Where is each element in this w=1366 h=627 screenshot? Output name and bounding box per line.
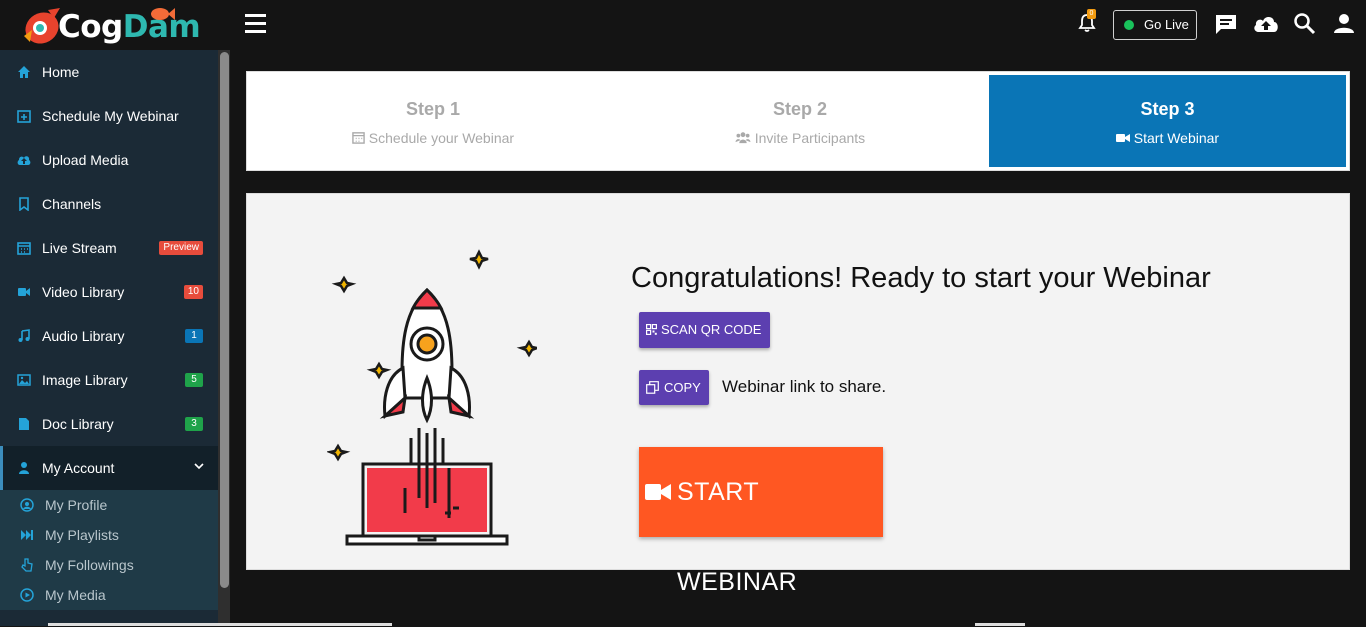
qr-code-icon [646,324,657,335]
sidebar-item-upload-media[interactable]: Upload Media [0,138,218,182]
sidebar-item-label: Image Library [42,372,128,388]
hand-pointer-icon [21,558,33,572]
bookmark-icon [19,197,29,211]
preview-badge: Preview [159,241,203,255]
step-subtitle: Schedule your Webinar [250,130,616,146]
chevron-down-icon [194,463,204,470]
logo-text-cog: Cog [58,9,123,45]
sidebar-item-channels[interactable]: Channels [0,182,218,226]
calendar-plus-icon [17,110,31,123]
hamburger-line [245,22,266,25]
sidebar-item-doc-library[interactable]: Doc Library 3 [0,402,218,446]
user-icon[interactable] [1332,12,1356,36]
start-webinar-label: START WEBINAR [677,478,798,596]
count-badge: 3 [185,417,203,431]
start-webinar-panel: Congratulations! Ready to start your Web… [246,193,1350,596]
sidebar-item-audio-library[interactable]: Audio Library 1 [0,314,218,358]
music-icon [18,329,30,342]
sidebar-item-label: Schedule My Webinar [42,108,179,124]
step-title: Step 3 [1140,99,1195,119]
step-title: Step 2 [772,99,828,119]
hamburger-line [245,30,266,33]
video-camera-icon [645,484,671,500]
count-badge: 5 [185,373,203,387]
app-logo[interactable]: CogDam [0,0,218,50]
logo-fish-icon [151,8,175,20]
copy-link-button[interactable]: COPY [639,370,709,405]
sidebar-item-label: Audio Library [42,328,125,344]
home-icon [18,66,30,78]
notification-badge: 0 [1087,9,1096,19]
sidebar-item-label: Live Stream [42,240,117,256]
step-3[interactable]: Step 3 Start Webinar [989,75,1346,167]
cloud-upload-icon [17,156,31,165]
copy-label: COPY [664,380,701,395]
fast-forward-icon [21,530,33,540]
sidebar-item-home[interactable]: Home [0,50,218,94]
congrats-heading: Congratulations! Ready to start your Web… [631,262,1211,294]
search-icon[interactable] [1293,12,1317,36]
sidebar-item-schedule-webinar[interactable]: Schedule My Webinar [0,94,218,138]
live-status-dot [1124,20,1134,30]
webinar-link-label: Webinar link to share. [722,377,887,396]
submenu-item-label: My Media [45,587,106,603]
users-icon [735,132,751,144]
scan-qr-code-button[interactable]: SCAN QR CODE [639,312,770,348]
top-bar: CogDam 0 Go Live [0,0,1366,50]
video-icon [18,288,30,296]
step-subtitle-text: Start Webinar [1133,130,1220,146]
image-icon [17,374,31,386]
copy-icon [646,381,659,394]
logo-text: CogDam [58,9,201,45]
go-live-label: Go Live [1144,17,1189,32]
sidebar-item-label: My Account [42,460,115,476]
sidebar-item-label: Doc Library [42,416,114,432]
chat-icon[interactable] [1214,12,1238,36]
submenu-item-label: My Profile [45,497,108,513]
video-camera-icon [1115,134,1130,142]
wizard-steps: Step 1 Schedule your Webinar Step 2 Invi… [246,71,1350,171]
sidebar-scrollbar-thumb[interactable] [220,52,229,588]
submenu-item-my-profile[interactable]: My Profile [0,490,218,520]
account-submenu: My Profile My Playlists My Followings My… [0,490,218,610]
sidebar-item-label: Channels [42,196,102,212]
step-subtitle: Invite Participants [616,130,984,146]
document-icon [19,418,29,430]
step-subtitle-text: Invite Participants [754,130,866,146]
submenu-item-my-playlists[interactable]: My Playlists [0,520,218,550]
scan-qr-code-label: SCAN QR CODE [661,322,762,337]
sidebar-item-my-account[interactable]: My Account [0,446,218,490]
sidebar-item-live-stream[interactable]: Live Stream Preview [0,226,218,270]
user-circle-icon [20,498,34,512]
submenu-item-label: My Followings [45,557,134,573]
submenu-item-label: My Playlists [45,527,119,543]
sidebar-item-label: Upload Media [42,152,129,168]
calendar-icon [352,132,365,144]
count-badge: 1 [185,329,203,343]
sidebar-item-label: Home [42,64,80,80]
hamburger-line [245,14,266,17]
go-live-button[interactable]: Go Live [1113,10,1197,40]
sidebar-item-video-library[interactable]: Video Library 10 [0,270,218,314]
submenu-item-my-followings[interactable]: My Followings [0,550,218,580]
sidebar-item-label: Video Library [42,284,125,300]
step-subtitle: Start Webinar [989,130,1346,146]
count-badge: 10 [183,285,203,299]
sidebar-item-image-library[interactable]: Image Library 5 [0,358,218,402]
user-icon [19,462,29,474]
step-title: Step 1 [405,99,461,119]
start-webinar-button[interactable]: START WEBINAR [639,447,883,596]
play-circle-icon [20,588,34,602]
upload-cloud-icon[interactable] [1252,12,1280,36]
rocket-launch-laptop-illustration [327,249,537,546]
calendar-icon [17,242,31,255]
step-2[interactable]: Step 2 Invite Participants [616,75,984,167]
step-1[interactable]: Step 1 Schedule your Webinar [250,75,616,167]
submenu-item-my-media[interactable]: My Media [0,580,218,610]
step-subtitle-text: Schedule your Webinar [368,130,515,146]
menu-toggle-button[interactable] [245,14,266,34]
